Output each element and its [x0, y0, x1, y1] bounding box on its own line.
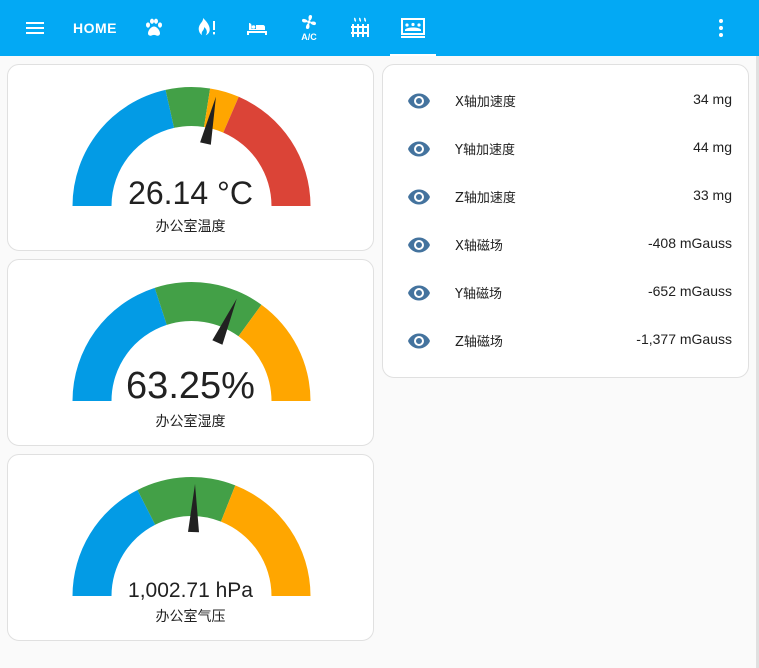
entity-name: X轴磁场	[455, 239, 503, 254]
menu-icon	[26, 22, 44, 34]
entity-row-z-magnetic[interactable]: Z轴磁场 -1,377 mGauss	[383, 317, 748, 365]
air-conditioner-icon: A/C	[301, 15, 317, 42]
entity-value: 34 mg	[693, 91, 732, 107]
tab-home[interactable]: HOME	[62, 0, 128, 56]
gauge-value: 1,002.71 hPa	[128, 579, 253, 602]
entity-row-y-acceleration[interactable]: Y轴加速度 44 mg	[383, 125, 748, 173]
entity-name: Z轴加速度	[455, 191, 516, 206]
entity-name: Y轴磁场	[455, 287, 502, 302]
entity-value: -652 mGauss	[647, 283, 732, 299]
gauge-card-pressure[interactable]: 1,002.71 hPa 办公室气压	[7, 454, 374, 641]
entity-value: 44 mg	[693, 139, 732, 155]
tab-radiator[interactable]	[340, 0, 380, 56]
tab-bedroom[interactable]	[237, 0, 277, 56]
more-options-button[interactable]	[701, 0, 741, 56]
radiator-icon	[351, 17, 369, 37]
entity-row-x-magnetic[interactable]: X轴磁场 -408 mGauss	[383, 221, 748, 269]
sensor-dashboard-icon	[401, 18, 425, 38]
eye-icon	[408, 333, 430, 349]
tab-air-conditioner[interactable]: A/C	[289, 0, 329, 56]
eye-icon	[408, 189, 430, 205]
entity-value: -1,377 mGauss	[636, 331, 732, 347]
entity-name: Z轴磁场	[455, 335, 503, 350]
gauge-card-humidity[interactable]: 63.25% 办公室湿度	[7, 259, 374, 446]
dots-vertical-icon	[719, 19, 723, 37]
entity-name: X轴加速度	[455, 95, 516, 110]
paw-icon	[146, 18, 162, 36]
svg-text:A/C: A/C	[301, 32, 317, 42]
gauge-name: 办公室气压	[155, 609, 226, 625]
gauge-name: 办公室湿度	[155, 414, 226, 430]
tab-pets[interactable]	[134, 0, 174, 56]
gauge-card-temperature[interactable]: 26.14 °C 办公室温度	[7, 64, 374, 251]
eye-icon	[408, 285, 430, 301]
eye-icon	[408, 237, 430, 253]
gauge-value: 26.14 °C	[128, 175, 253, 211]
app-toolbar: HOME A/C	[0, 0, 759, 56]
gauge-segment	[137, 477, 236, 525]
gauge-name: 办公室温度	[155, 219, 226, 235]
tab-fire-alert[interactable]	[186, 0, 226, 56]
entities-card: X轴加速度 34 mg Y轴加速度 44 mg Z轴加速度 33 mg X轴磁场…	[382, 64, 749, 378]
bed-icon	[247, 23, 267, 35]
tab-sensors[interactable]	[390, 0, 436, 56]
eye-icon	[408, 93, 430, 109]
entity-name: Y轴加速度	[455, 143, 515, 158]
entity-row-z-acceleration[interactable]: Z轴加速度 33 mg	[383, 173, 748, 221]
entity-row-x-acceleration[interactable]: X轴加速度 34 mg	[383, 77, 748, 125]
entity-value: 33 mg	[693, 187, 732, 203]
gauge-value: 63.25%	[126, 365, 255, 407]
entity-row-y-magnetic[interactable]: Y轴磁场 -652 mGauss	[383, 269, 748, 317]
menu-button[interactable]	[14, 0, 56, 56]
entity-value: -408 mGauss	[647, 235, 732, 251]
eye-icon	[408, 141, 430, 157]
fire-alert-icon	[198, 18, 215, 36]
